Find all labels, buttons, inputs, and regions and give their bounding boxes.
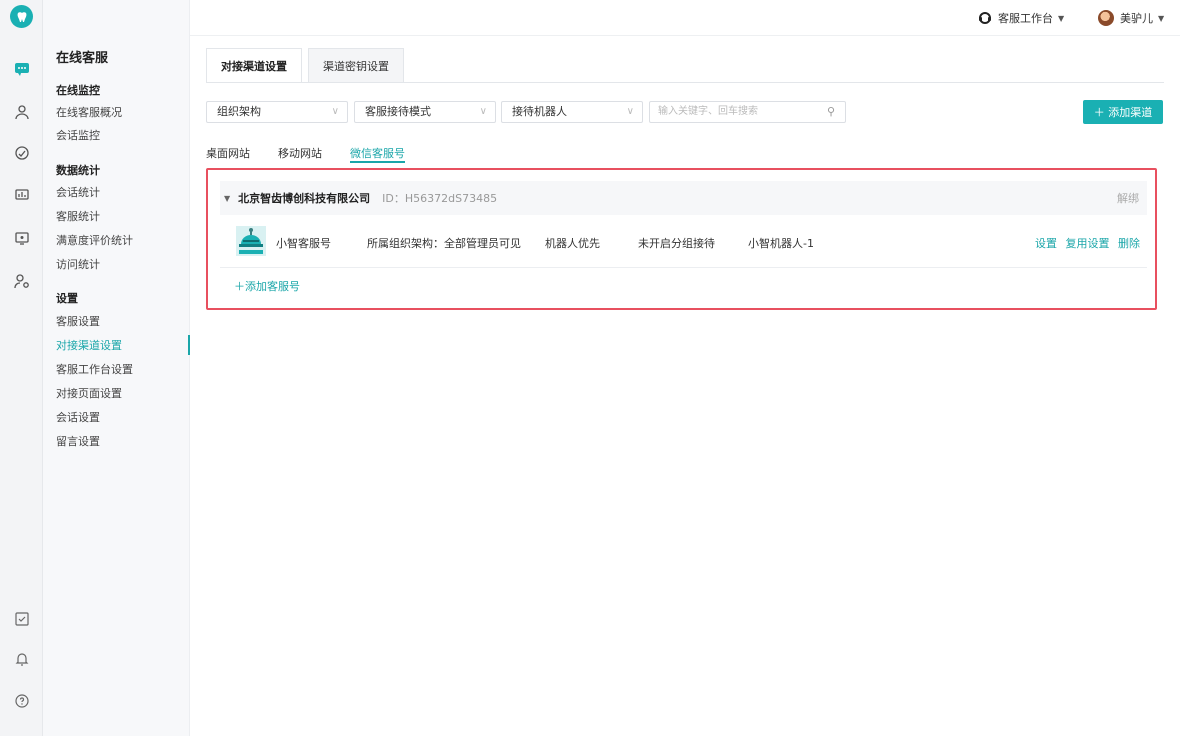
delete-link[interactable]: 删除: [1118, 237, 1140, 250]
account-group-mode: 未开启分组接待: [638, 237, 715, 250]
caret-down-icon: ▼: [1058, 13, 1065, 23]
search-input[interactable]: 输入关键字、回车搜索 ⚲: [649, 101, 846, 123]
search-placeholder: 输入关键字、回车搜索: [658, 106, 758, 117]
collapse-triangle-icon[interactable]: ▼: [224, 194, 230, 203]
account-org-scope: 所属组织架构：全部管理员可见: [367, 237, 521, 250]
robot-avatar-icon: [236, 226, 266, 256]
nav-item-channel-settings[interactable]: 对接渠道设置: [56, 336, 189, 356]
user-name: 美驴儿: [1120, 12, 1153, 25]
subtab-desktop[interactable]: 桌面网站: [206, 145, 250, 163]
nav-title: 在线客服: [56, 51, 109, 66]
headset-icon: [978, 11, 992, 25]
wechat-account-card: ▼ 北京智齿博创科技有限公司 ID：H56372dS73485 解绑 小智客服号…: [206, 168, 1157, 310]
user-menu[interactable]: 美驴儿 ▼: [1098, 10, 1164, 26]
dashboard-icon[interactable]: [11, 142, 32, 163]
help-icon[interactable]: [11, 690, 32, 711]
chevron-down-icon: ∨: [331, 106, 339, 117]
nav-item-visit-stats[interactable]: 访问统计: [56, 255, 189, 275]
chevron-down-icon: ∨: [626, 106, 634, 117]
nav-item-workbench-settings[interactable]: 客服工作台设置: [56, 360, 189, 380]
org-select-value: 组织架构: [217, 105, 261, 118]
monitor-icon[interactable]: [11, 227, 32, 248]
robot-select-value: 接待机器人: [512, 105, 567, 118]
top-header: 客服工作台 ▼ 美驴儿 ▼: [190, 0, 1180, 36]
chat-icon[interactable]: [11, 58, 32, 79]
channel-subtabs: 桌面网站 移动网站 微信客服号: [206, 145, 433, 163]
account-row: 小智客服号 所属组织架构：全部管理员可见 机器人优先 未开启分组接待 小智机器人…: [220, 216, 1147, 268]
add-account-link[interactable]: ＋添加客服号: [234, 278, 300, 294]
settings-link[interactable]: 设置: [1035, 237, 1057, 250]
workspace-switcher[interactable]: 客服工作台 ▼: [978, 10, 1064, 26]
nav-item-agent-settings[interactable]: 客服设置: [56, 312, 189, 332]
main-tabs: 对接渠道设置 渠道密钥设置: [206, 48, 410, 83]
tab-key-settings[interactable]: 渠道密钥设置: [308, 48, 404, 83]
user-settings-icon[interactable]: [11, 270, 32, 291]
tooth-logo-icon[interactable]: [10, 5, 33, 28]
add-channel-button[interactable]: ＋ 添加渠道: [1083, 100, 1163, 124]
nav-item-overview[interactable]: 在线客服概况: [56, 103, 189, 123]
reuse-settings-link[interactable]: 复用设置: [1066, 237, 1110, 250]
checkbox-icon[interactable]: [11, 608, 32, 629]
tab-channel-settings[interactable]: 对接渠道设置: [206, 48, 302, 83]
subtab-wechat[interactable]: 微信客服号: [350, 145, 405, 163]
stats-icon[interactable]: [11, 184, 32, 205]
caret-down-icon: ▼: [1158, 13, 1165, 23]
org-id: ID：H56372dS73485: [382, 192, 498, 205]
account-name: 小智客服号: [276, 237, 331, 250]
chevron-down-icon: ∨: [479, 106, 487, 117]
nav-group-monitor: 在线监控: [56, 84, 100, 97]
tabs-divider: [206, 82, 1164, 83]
account-priority: 机器人优先: [545, 237, 600, 250]
subtab-mobile[interactable]: 移动网站: [278, 145, 322, 163]
secondary-nav: 在线客服 在线监控 在线客服概况 会话监控 数据统计 会话统计 客服统计 满意度…: [43, 0, 190, 736]
search-icon[interactable]: ⚲: [827, 102, 835, 122]
nav-item-page-settings[interactable]: 对接页面设置: [56, 384, 189, 404]
avatar: [1098, 10, 1114, 26]
active-indicator: [188, 335, 190, 355]
nav-item-session-settings[interactable]: 会话设置: [56, 408, 189, 428]
nav-item-session-monitor[interactable]: 会话监控: [56, 126, 189, 146]
nav-item-agent-stats[interactable]: 客服统计: [56, 207, 189, 227]
bell-icon[interactable]: [11, 648, 32, 669]
org-name: 北京智齿博创科技有限公司: [238, 192, 371, 205]
account-robot: 小智机器人-1: [748, 237, 814, 250]
nav-item-session-stats[interactable]: 会话统计: [56, 183, 189, 203]
mode-select-value: 客服接待模式: [365, 105, 431, 118]
icon-rail: [0, 0, 43, 736]
unbind-link[interactable]: 解绑: [1117, 190, 1139, 206]
nav-group-stats: 数据统计: [56, 164, 100, 177]
org-select[interactable]: 组织架构 ∨: [206, 101, 348, 123]
workspace-label: 客服工作台: [998, 12, 1053, 25]
robot-select[interactable]: 接待机器人 ∨: [501, 101, 643, 123]
account-ops: 设置 复用设置 删除: [1030, 235, 1140, 251]
nav-group-settings: 设置: [56, 292, 78, 305]
mode-select[interactable]: 客服接待模式 ∨: [354, 101, 496, 123]
nav-item-message-settings[interactable]: 留言设置: [56, 432, 189, 452]
nav-item-satisfaction-stats[interactable]: 满意度评价统计: [56, 231, 189, 251]
users-icon[interactable]: [11, 101, 32, 122]
org-row[interactable]: ▼ 北京智齿博创科技有限公司 ID：H56372dS73485 解绑: [220, 181, 1147, 215]
